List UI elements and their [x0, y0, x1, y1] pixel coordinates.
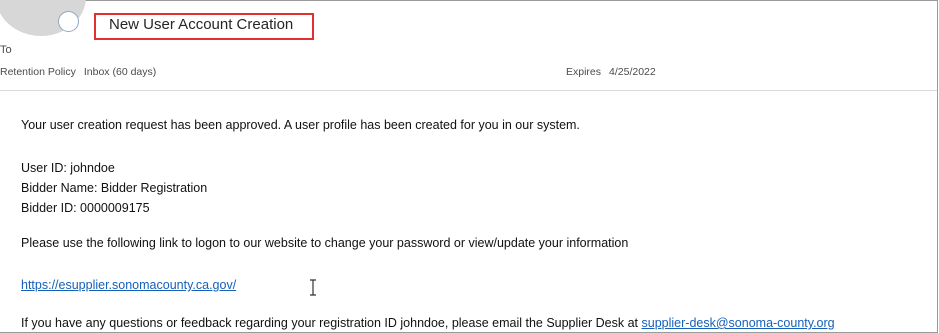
intro-text: Your user creation request has been appr…	[21, 118, 580, 132]
support-email-link[interactable]: supplier-desk@sonoma-county.org	[642, 316, 835, 330]
instructions-text: Please use the following link to logon t…	[21, 236, 629, 250]
to-label: To	[0, 44, 12, 56]
expires-date: 4/25/2022	[609, 66, 656, 78]
retention-policy-folder[interactable]: Inbox (60 days)	[84, 66, 156, 78]
footer-text: If you have any questions or feedback re…	[21, 316, 642, 330]
sender-avatar-icon	[58, 11, 79, 32]
url-line: https://esupplier.sonomacounty.ca.gov/	[21, 278, 236, 292]
expires-info: Expires 4/25/2022	[566, 66, 656, 78]
header-divider	[0, 90, 937, 91]
text-cursor-icon	[309, 279, 317, 296]
retention-policy: Retention Policy Inbox (60 days)	[0, 66, 156, 78]
bidder-id-line: Bidder ID: 0000009175	[21, 201, 150, 215]
email-subject: New User Account Creation	[109, 16, 294, 33]
esupplier-link[interactable]: https://esupplier.sonomacounty.ca.gov/	[21, 278, 236, 292]
expires-label: Expires	[566, 66, 602, 78]
bidder-name-line: Bidder Name: Bidder Registration	[21, 181, 208, 195]
user-id-line: User ID: johndoe	[21, 161, 115, 175]
footer-line: If you have any questions or feedback re…	[21, 316, 835, 330]
retention-policy-label: Retention Policy	[0, 66, 76, 78]
